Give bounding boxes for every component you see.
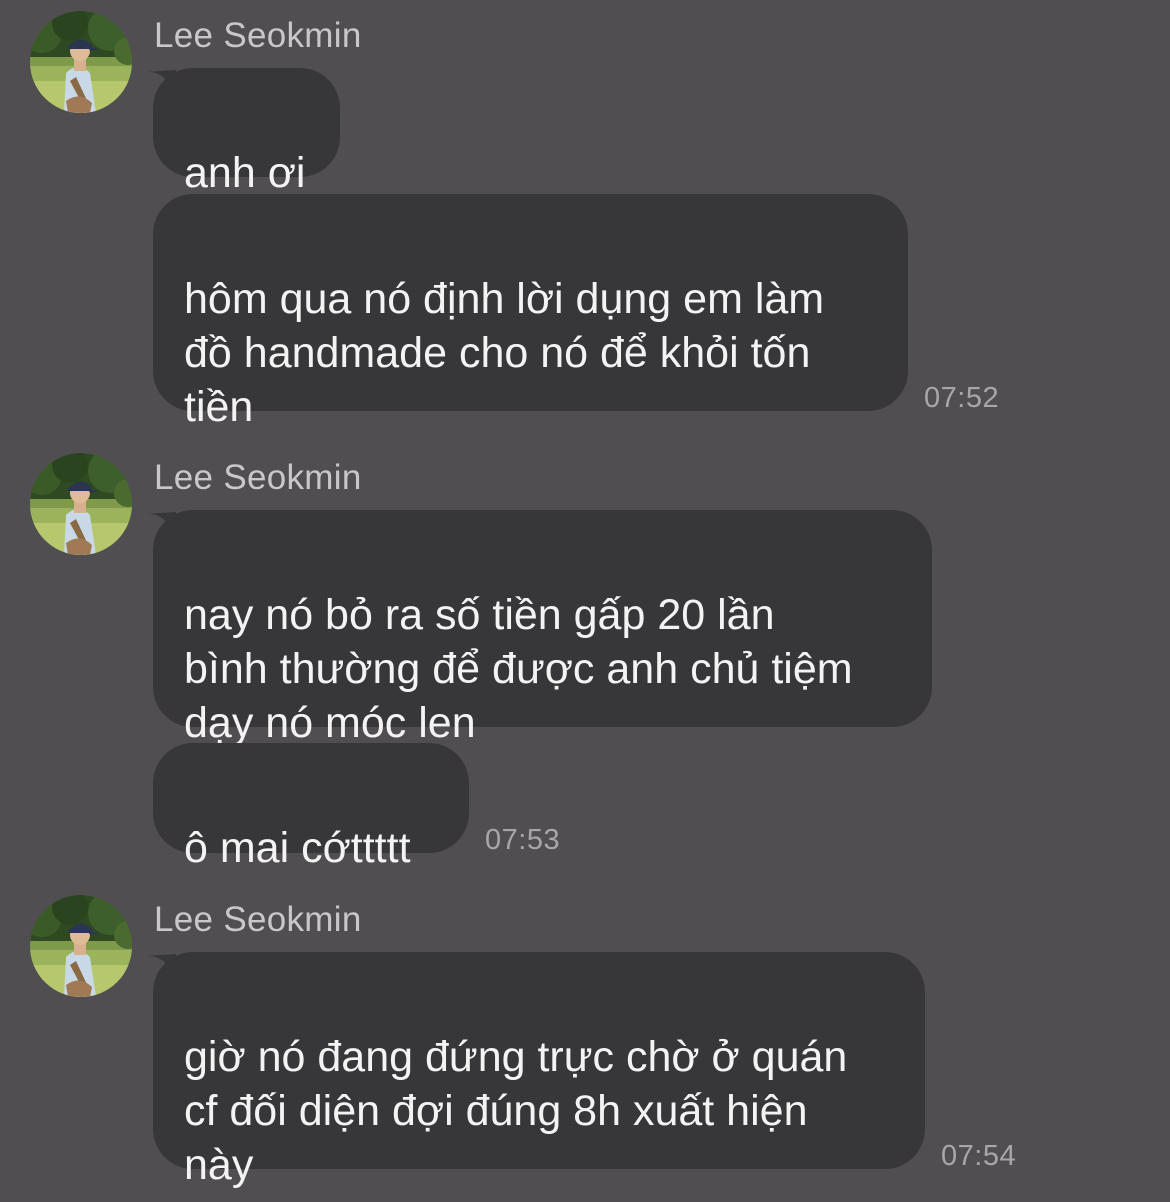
avatar-image	[30, 11, 132, 113]
avatar-image	[30, 895, 132, 997]
message-timestamp: 07:52	[924, 382, 1000, 414]
avatar[interactable]	[30, 11, 132, 113]
message-bubble[interactable]: anh ơi	[153, 68, 340, 197]
avatar[interactable]	[30, 453, 132, 555]
message-bubble[interactable]: ô mai cớttttt	[153, 743, 469, 872]
message-text: hôm qua nó định lời dụng em làm đồ handm…	[184, 275, 825, 431]
message-text: giờ nó đang đứng trực chờ ở quán cf đối …	[184, 1033, 848, 1189]
sender-name[interactable]: Lee Seokmin	[154, 458, 362, 498]
message-text: ô mai cớttttt	[184, 824, 411, 872]
message-bubble[interactable]: hôm qua nó định lời dụng em làm đồ handm…	[153, 194, 908, 431]
message-text: anh ơi	[184, 149, 306, 197]
message-text: nay nó bỏ ra số tiền gấp 20 lần bình thư…	[184, 591, 853, 747]
message-timestamp: 07:54	[941, 1140, 1017, 1172]
sender-name[interactable]: Lee Seokmin	[154, 16, 362, 56]
avatar[interactable]	[30, 895, 132, 997]
sender-name[interactable]: Lee Seokmin	[154, 900, 362, 940]
avatar-image	[30, 453, 132, 555]
message-bubble[interactable]: giờ nó đang đứng trực chờ ở quán cf đối …	[153, 952, 925, 1189]
message-bubble[interactable]: nay nó bỏ ra số tiền gấp 20 lần bình thư…	[153, 510, 932, 747]
message-timestamp: 07:53	[485, 824, 561, 856]
